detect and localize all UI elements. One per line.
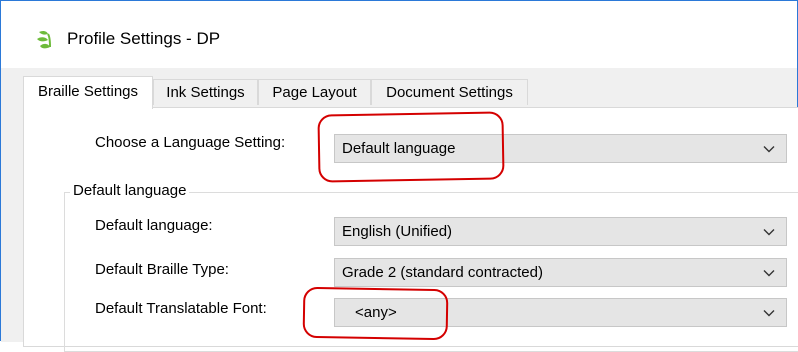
chevron-down-icon xyxy=(763,146,775,153)
default-language-group-legend: Default language xyxy=(70,182,190,199)
chevron-down-icon xyxy=(763,310,775,317)
language-setting-dropdown[interactable]: Default language xyxy=(334,134,787,163)
title-bar[interactable]: Profile Settings - DP xyxy=(1,1,797,68)
translatable-font-dropdown[interactable]: <any> xyxy=(334,298,787,327)
tab-ink-settings[interactable]: Ink Settings xyxy=(153,79,258,105)
default-language-value: English (Unified) xyxy=(342,223,453,240)
window-title: Profile Settings - DP xyxy=(67,29,221,48)
braille-type-label: Default Braille Type: xyxy=(95,261,229,278)
chevron-down-icon xyxy=(763,270,775,277)
braille-type-value: Grade 2 (standard contracted) xyxy=(342,264,543,281)
language-setting-label: Choose a Language Setting: xyxy=(95,134,286,151)
tab-page-layout[interactable]: Page Layout xyxy=(258,79,371,105)
profile-settings-window: Profile Settings - DP Braille Settings I… xyxy=(0,0,798,352)
profile-leaf-icon xyxy=(37,30,51,49)
dialog-body: Braille Settings Ink Settings Page Layou… xyxy=(1,68,798,352)
braille-settings-panel: Choose a Language Setting: Default langu… xyxy=(23,107,798,352)
default-language-dropdown[interactable]: English (Unified) xyxy=(334,217,787,246)
tab-document-settings[interactable]: Document Settings xyxy=(371,79,528,105)
translatable-font-value: <any> xyxy=(355,304,397,321)
chevron-down-icon xyxy=(763,229,775,236)
language-setting-value: Default language xyxy=(342,140,456,157)
default-language-label: Default language: xyxy=(95,217,213,234)
tab-braille-settings[interactable]: Braille Settings xyxy=(23,76,153,109)
translatable-font-label: Default Translatable Font: xyxy=(95,300,267,317)
braille-type-dropdown[interactable]: Grade 2 (standard contracted) xyxy=(334,258,787,287)
